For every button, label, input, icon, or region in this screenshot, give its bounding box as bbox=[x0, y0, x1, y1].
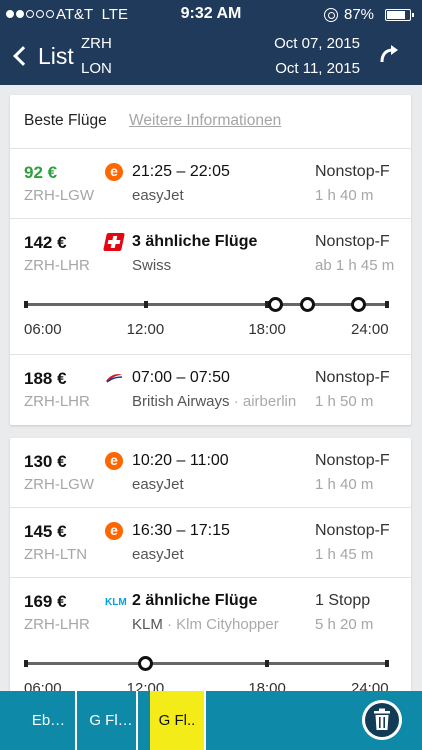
departure-marker[interactable] bbox=[138, 656, 154, 671]
flight-stops: Nonstop-F bbox=[315, 369, 390, 386]
flight-time: 21:25 – 22:05 bbox=[132, 163, 230, 180]
easyjet-logo-icon: e bbox=[105, 522, 123, 540]
british-airways-logo-icon bbox=[106, 374, 123, 383]
flight-route: ZRH-LTN bbox=[24, 546, 88, 563]
flight-row[interactable]: 92 € ZRH-LGW e 21:25 – 22:05 easyJet Non… bbox=[10, 149, 411, 219]
timeline-label: 12:00 bbox=[126, 321, 165, 338]
timeline-tick bbox=[385, 660, 389, 667]
timeline-tick bbox=[143, 301, 148, 308]
flight-stops: Nonstop-F bbox=[315, 163, 390, 180]
timeline-label: 18:00 bbox=[248, 321, 286, 338]
flight-airline: easyJet bbox=[132, 546, 184, 563]
flight-price: 188 € bbox=[24, 369, 67, 388]
timeline-label: 06:00 bbox=[24, 321, 62, 338]
chevron-left-icon bbox=[13, 46, 33, 66]
flight-duration: 5 h 20 m bbox=[315, 616, 374, 633]
easyjet-logo-icon: e bbox=[105, 163, 123, 181]
timeline-tick bbox=[265, 660, 270, 667]
departure-marker[interactable] bbox=[300, 297, 316, 312]
flight-row[interactable]: 169 € ZRH-LHR KLM 2 ähnliche Flüge KLM ·… bbox=[10, 578, 411, 698]
return-date: Oct 11, 2015 bbox=[275, 60, 360, 77]
flight-duration: 1 h 50 m bbox=[315, 393, 374, 410]
rotation-lock-icon bbox=[324, 8, 338, 22]
flight-airline: easyJet bbox=[132, 476, 184, 493]
back-label: List bbox=[38, 42, 74, 69]
bottom-tab-2[interactable]: G Fl… bbox=[86, 691, 138, 750]
refresh-icon[interactable] bbox=[378, 42, 400, 64]
flight-airline: KLM · Klm Cityhopper bbox=[132, 616, 279, 633]
tab-more-information[interactable]: Weitere Informationen bbox=[129, 112, 281, 130]
flight-duration: ab 1 h 45 m bbox=[315, 257, 395, 274]
klm-logo-icon: KLM bbox=[105, 597, 127, 608]
flight-price: 145 € bbox=[24, 522, 67, 541]
flight-time: 07:00 – 07:50 bbox=[132, 369, 230, 386]
departure-marker[interactable] bbox=[268, 297, 284, 312]
flight-duration: 1 h 45 m bbox=[315, 546, 374, 563]
battery-icon bbox=[385, 9, 414, 21]
flight-route: ZRH-LHR bbox=[24, 616, 90, 633]
flight-route: ZRH-LGW bbox=[24, 187, 94, 204]
header: AT&T LTE 9:32 AM 87% List ZRH LON Oct 07… bbox=[0, 0, 422, 85]
flight-route: ZRH-LGW bbox=[24, 476, 94, 493]
bottom-tab-bar: Eb… G Fl… G Fl.. bbox=[0, 691, 422, 750]
flight-price: 130 € bbox=[24, 452, 67, 471]
flight-price: 92 € bbox=[24, 163, 58, 182]
flight-airline: Swiss bbox=[132, 257, 172, 274]
flight-time: 16:30 – 17:15 bbox=[132, 522, 230, 539]
flight-row[interactable]: 142 € ZRH-LHR 3 ähnliche Flüge Swiss Non… bbox=[10, 219, 411, 355]
flight-time: 10:20 – 11:00 bbox=[132, 452, 229, 469]
flight-route: ZRH-LHR bbox=[24, 257, 90, 274]
flight-stops: Nonstop-F bbox=[315, 522, 390, 539]
flight-row[interactable]: 188 € ZRH-LHR 07:00 – 07:50 British Airw… bbox=[10, 355, 411, 425]
flight-stops: Nonstop-F bbox=[315, 452, 390, 469]
flight-price: 142 € bbox=[24, 233, 67, 252]
timeline-tick bbox=[24, 660, 28, 667]
flight-time: 2 ähnliche Flüge bbox=[132, 592, 258, 609]
results-tabs: Beste Flüge Weitere Informationen bbox=[10, 95, 411, 149]
flight-price: 169 € bbox=[24, 592, 67, 611]
battery-percent: 87% bbox=[344, 6, 375, 23]
results-card-more: 130 € ZRH-LGW e 10:20 – 11:00 easyJet No… bbox=[10, 438, 411, 698]
timeline-tick bbox=[385, 301, 389, 308]
tab-best-flights[interactable]: Beste Flüge bbox=[24, 112, 107, 130]
status-bar: AT&T LTE 9:32 AM 87% bbox=[0, 0, 422, 30]
bottom-tab-3[interactable]: G Fl.. bbox=[150, 691, 206, 750]
timeline-label: 24:00 bbox=[351, 321, 389, 338]
origin-code: ZRH bbox=[81, 35, 112, 52]
results-card-best: Beste Flüge Weitere Informationen 92 € Z… bbox=[10, 95, 411, 425]
trash-icon[interactable] bbox=[362, 700, 402, 740]
flight-row[interactable]: 130 € ZRH-LGW e 10:20 – 11:00 easyJet No… bbox=[10, 438, 411, 508]
departure-marker[interactable] bbox=[351, 297, 367, 312]
flight-stops: 1 Stopp bbox=[315, 592, 371, 609]
departure-timeline: 06:00 12:00 18:00 24:00 bbox=[24, 295, 389, 345]
flight-time: 3 ähnliche Flüge bbox=[132, 233, 258, 250]
flight-duration: 1 h 40 m bbox=[315, 476, 374, 493]
easyjet-logo-icon: e bbox=[105, 452, 123, 470]
swiss-logo-icon bbox=[103, 233, 125, 251]
flight-duration: 1 h 40 m bbox=[315, 187, 374, 204]
flight-stops: Nonstop-F bbox=[315, 233, 390, 250]
timeline-tick bbox=[24, 301, 28, 308]
flight-route: ZRH-LHR bbox=[24, 393, 90, 410]
flight-airline: British Airways · airberlin bbox=[132, 393, 297, 410]
flight-airline: easyJet bbox=[132, 187, 184, 204]
bottom-tab-1[interactable]: Eb… bbox=[22, 691, 77, 750]
destination-code: LON bbox=[81, 60, 112, 77]
flight-row[interactable]: 145 € ZRH-LTN e 16:30 – 17:15 easyJet No… bbox=[10, 508, 411, 578]
outbound-date: Oct 07, 2015 bbox=[274, 35, 360, 52]
back-button[interactable]: List bbox=[8, 38, 74, 74]
